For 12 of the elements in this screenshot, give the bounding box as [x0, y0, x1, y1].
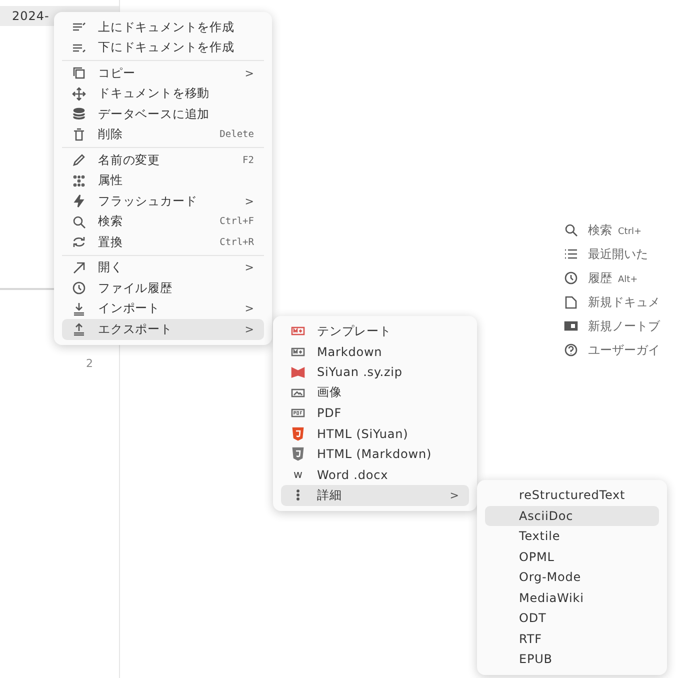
submenu-arrow: > [450, 488, 459, 502]
shortcut-label: Ctrl+F [220, 216, 254, 228]
submenu-arrow: > [244, 261, 254, 274]
shortcut-label: Delete [220, 129, 254, 140]
shortcut-label: F2 [242, 154, 254, 166]
submenu-arrow: > [244, 322, 254, 336]
shortcut-label: Ctrl+R [220, 236, 254, 248]
submenu-arrow: > [244, 194, 254, 208]
submenu-arrow: > [244, 66, 254, 80]
line-number: 2 [85, 357, 94, 370]
word-icon: w [291, 468, 305, 482]
submenu-arrow: > [244, 302, 254, 316]
